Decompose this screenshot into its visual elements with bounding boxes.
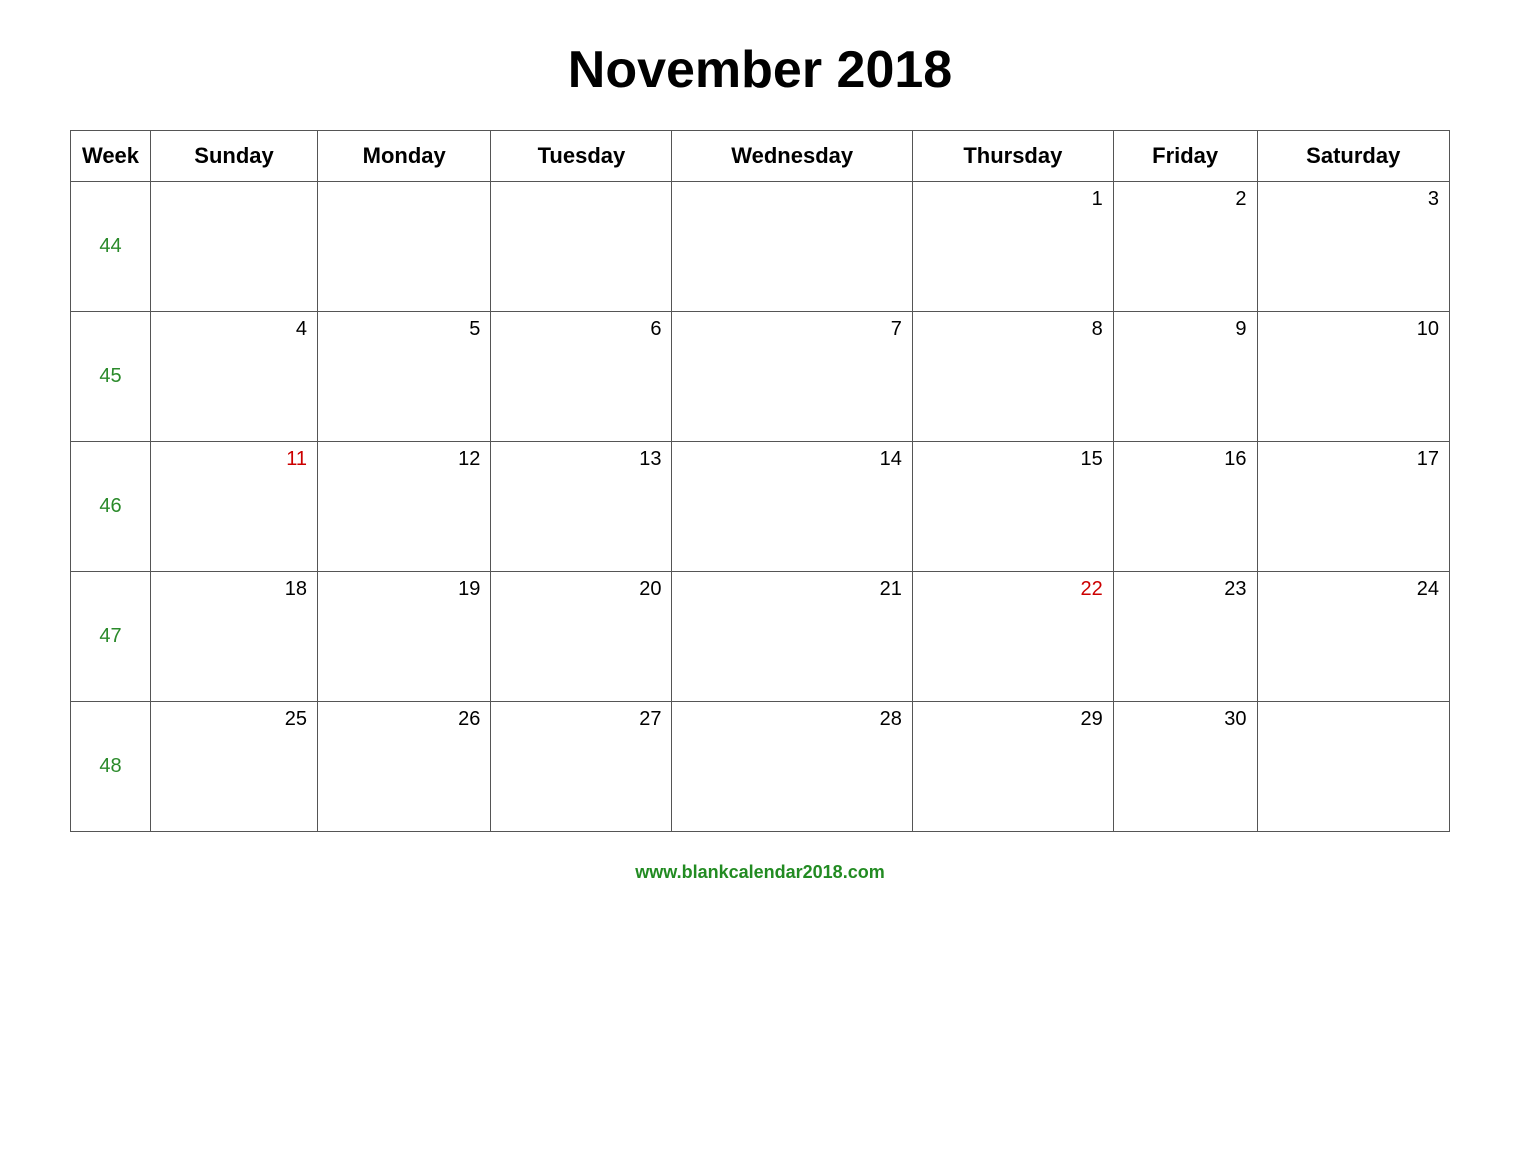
day-cell: 9 — [1113, 312, 1257, 442]
date-number: 27 — [501, 708, 661, 731]
col-header-sunday: Sunday — [151, 131, 318, 182]
col-header-thursday: Thursday — [912, 131, 1113, 182]
col-header-wednesday: Wednesday — [672, 131, 912, 182]
day-cell: 17 — [1257, 442, 1449, 572]
day-cell: 23 — [1113, 572, 1257, 702]
day-cell: 25 — [151, 702, 318, 832]
date-number: 4 — [161, 318, 307, 341]
col-header-tuesday: Tuesday — [491, 131, 672, 182]
day-cell: 11 — [151, 442, 318, 572]
date-number: 17 — [1268, 448, 1439, 471]
week-number: 47 — [71, 572, 151, 702]
day-cell: 13 — [491, 442, 672, 572]
date-number: 2 — [1124, 188, 1247, 211]
date-number: 12 — [328, 448, 480, 471]
week-row: 4545678910 — [71, 312, 1450, 442]
day-cell — [151, 182, 318, 312]
day-cell: 5 — [318, 312, 491, 442]
day-cell: 6 — [491, 312, 672, 442]
day-cell: 27 — [491, 702, 672, 832]
col-header-friday: Friday — [1113, 131, 1257, 182]
week-row: 44 123 — [71, 182, 1450, 312]
day-cell: 30 — [1113, 702, 1257, 832]
day-cell: 16 — [1113, 442, 1257, 572]
week-number: 46 — [71, 442, 151, 572]
week-row: 46 11 12 13 14 15 16 17 — [71, 442, 1450, 572]
day-cell — [491, 182, 672, 312]
date-number: 7 — [682, 318, 901, 341]
date-number: 8 — [923, 318, 1103, 341]
date-number: 26 — [328, 708, 480, 731]
date-number: 28 — [682, 708, 901, 731]
day-cell: 1 — [912, 182, 1113, 312]
day-cell: 4 — [151, 312, 318, 442]
date-number: 29 — [923, 708, 1103, 731]
date-number: 15 — [923, 448, 1103, 471]
day-cell: 29 — [912, 702, 1113, 832]
day-cell: 21 — [672, 572, 912, 702]
date-number: 13 — [501, 448, 661, 471]
calendar-table: WeekSundayMondayTuesdayWednesdayThursday… — [70, 130, 1450, 832]
week-number: 48 — [71, 702, 151, 832]
date-number: 14 — [682, 448, 901, 471]
day-cell: 22 — [912, 572, 1113, 702]
date-number: 20 — [501, 578, 661, 601]
date-number: 6 — [501, 318, 661, 341]
date-number: 22 — [923, 578, 1103, 601]
day-cell: 2 — [1113, 182, 1257, 312]
header-row: WeekSundayMondayTuesdayWednesdayThursday… — [71, 131, 1450, 182]
footer-link[interactable]: www.blankcalendar2018.com — [635, 862, 884, 883]
date-number: 11 — [161, 448, 307, 471]
date-number: 24 — [1268, 578, 1439, 601]
day-cell: 20 — [491, 572, 672, 702]
date-number: 18 — [161, 578, 307, 601]
day-cell: 3 — [1257, 182, 1449, 312]
day-cell: 7 — [672, 312, 912, 442]
col-header-saturday: Saturday — [1257, 131, 1449, 182]
day-cell: 18 — [151, 572, 318, 702]
day-cell — [318, 182, 491, 312]
day-cell — [672, 182, 912, 312]
date-number: 3 — [1268, 188, 1439, 211]
day-cell: 28 — [672, 702, 912, 832]
day-cell: 8 — [912, 312, 1113, 442]
day-cell: 12 — [318, 442, 491, 572]
date-number: 16 — [1124, 448, 1247, 471]
day-cell: 10 — [1257, 312, 1449, 442]
page-title: November 2018 — [568, 40, 952, 100]
day-cell — [1257, 702, 1449, 832]
day-cell: 14 — [672, 442, 912, 572]
date-number: 25 — [161, 708, 307, 731]
week-row: 47 18 19 20 21 22 23 24 — [71, 572, 1450, 702]
day-cell: 15 — [912, 442, 1113, 572]
day-cell: 19 — [318, 572, 491, 702]
col-header-monday: Monday — [318, 131, 491, 182]
date-number: 21 — [682, 578, 901, 601]
date-number: 19 — [328, 578, 480, 601]
week-row: 48 25 26 27 28 29 30 — [71, 702, 1450, 832]
date-number: 5 — [328, 318, 480, 341]
date-number: 9 — [1124, 318, 1247, 341]
day-cell: 24 — [1257, 572, 1449, 702]
day-cell: 26 — [318, 702, 491, 832]
week-number: 44 — [71, 182, 151, 312]
calendar: WeekSundayMondayTuesdayWednesdayThursday… — [70, 130, 1450, 832]
week-number: 45 — [71, 312, 151, 442]
date-number: 23 — [1124, 578, 1247, 601]
col-header-week: Week — [71, 131, 151, 182]
date-number: 1 — [923, 188, 1103, 211]
date-number: 10 — [1268, 318, 1439, 341]
date-number: 30 — [1124, 708, 1247, 731]
